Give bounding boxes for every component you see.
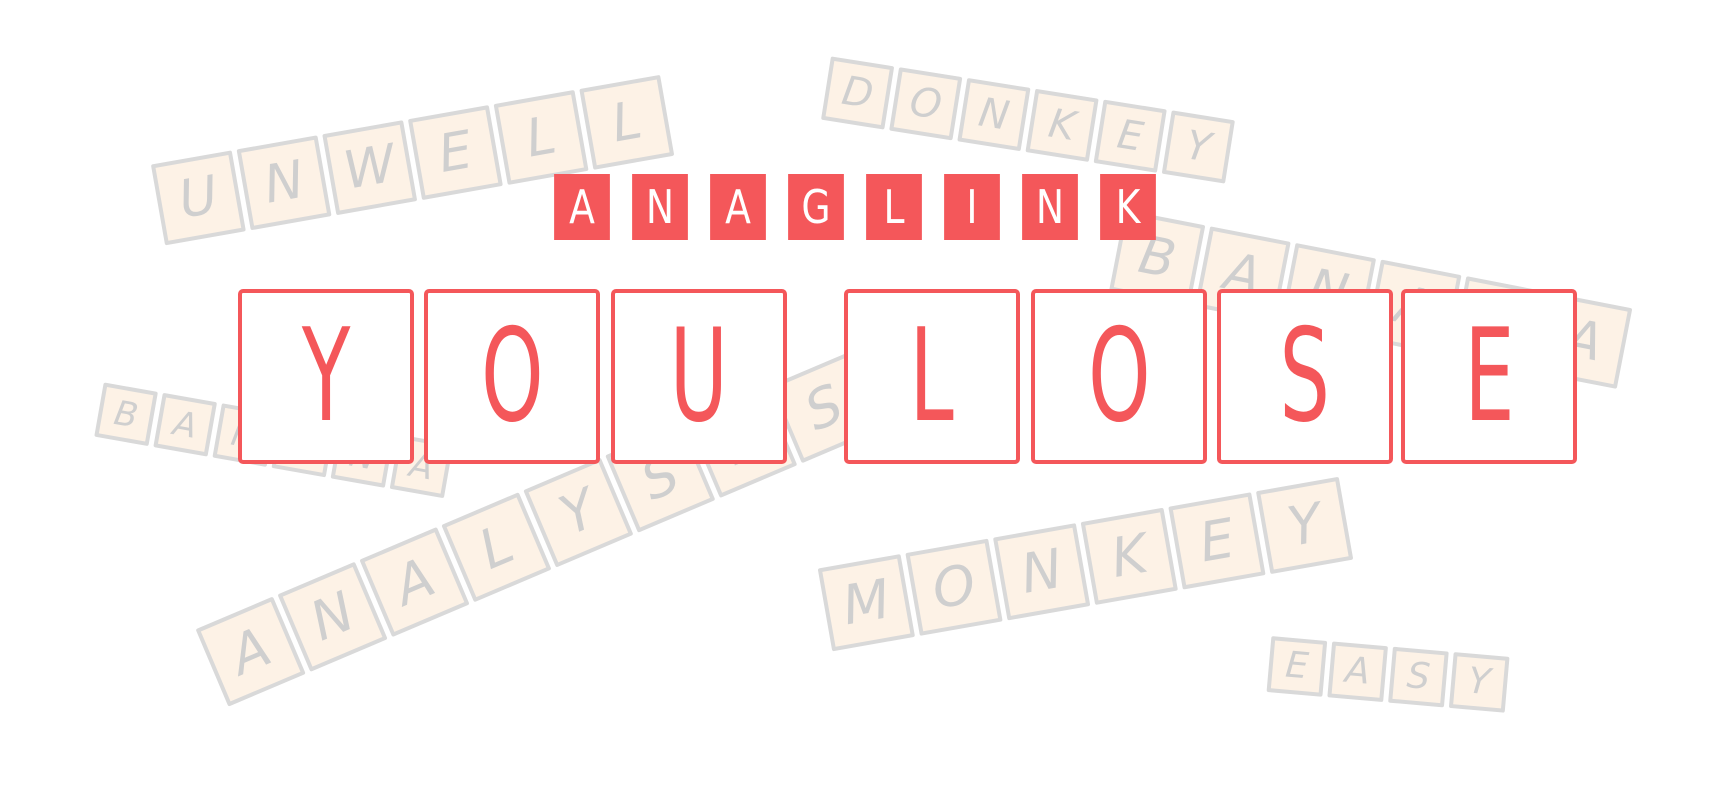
background-letter-tile: K	[1080, 507, 1178, 605]
background-letter: O	[906, 78, 945, 129]
background-letter-tile: E	[407, 105, 503, 201]
background-letter: N	[1016, 536, 1067, 606]
background-letter-tile: S	[1388, 646, 1449, 708]
background-letter-tile: O	[905, 538, 1003, 636]
background-letter-tile: O	[889, 67, 963, 141]
background-letter-tile: K	[1025, 88, 1099, 162]
background-letter: K	[1045, 100, 1079, 151]
result-letter: L	[909, 301, 955, 451]
background-letter-tile: L	[493, 89, 589, 185]
title-letter: A	[725, 180, 751, 234]
background-letter: Y	[1466, 660, 1492, 704]
result-letter-tile: Y	[238, 289, 414, 464]
background-word: MONKEY	[817, 476, 1358, 652]
result-letter-tile: O	[1031, 289, 1207, 464]
title-letter: N	[645, 180, 675, 234]
title-letter-tile: K	[1100, 174, 1156, 240]
background-letter: E	[1194, 506, 1240, 575]
background-letter-tile: N	[993, 523, 1091, 621]
background-letter: Y	[1282, 491, 1327, 559]
background-word: EASY	[1266, 636, 1515, 713]
result-letter-tile: O	[424, 289, 600, 464]
background-letter: E	[434, 120, 477, 185]
title-letter-tile: A	[554, 174, 610, 240]
background-letter-tile: N	[957, 77, 1031, 152]
background-letter: L	[470, 511, 523, 582]
background-letter: Y	[550, 476, 606, 548]
title-letter-tile: N	[1022, 174, 1078, 240]
title-letter: A	[569, 180, 595, 234]
title-letter-tile: L	[866, 174, 922, 240]
background-word: DONKEY	[820, 56, 1240, 184]
background-letter-tile: W	[322, 120, 418, 216]
game-title: ANAGLINK	[548, 174, 1162, 240]
background-letter: L	[607, 90, 647, 155]
background-letter: N	[975, 89, 1013, 140]
background-letter-tile: A	[1327, 641, 1388, 703]
background-letter-tile: Y	[1448, 652, 1510, 713]
result-letter: Y	[301, 301, 351, 451]
result-letter: O	[480, 301, 544, 451]
result-letter-tile: L	[844, 289, 1020, 464]
background-letter-tile: Y	[1255, 476, 1354, 575]
background-letter: N	[259, 149, 309, 216]
title-letter-tile: A	[710, 174, 766, 240]
game-stage: UNWELLDONKEYBANANABANANAANALYSESMONKEYEA…	[0, 0, 1731, 812]
title-letter-tile: I	[944, 174, 1000, 240]
background-letter: N	[301, 579, 364, 654]
background-letter-tile: M	[817, 554, 916, 652]
result-letter: O	[1087, 301, 1151, 451]
background-letter: K	[1106, 521, 1153, 590]
background-letter-tile: E	[1266, 636, 1328, 697]
background-letter-tile: E	[1093, 99, 1167, 173]
background-letter-tile: D	[820, 56, 895, 130]
result-letter: U	[669, 301, 729, 451]
title-letter: N	[1035, 180, 1065, 234]
background-letter: A	[1343, 649, 1372, 693]
result-letter: E	[1463, 301, 1515, 451]
title-letter: I	[966, 180, 978, 234]
background-letter-tile: Y	[1161, 110, 1235, 184]
background-letter-tile: L	[579, 74, 675, 170]
background-letter: L	[521, 105, 561, 170]
background-letter: W	[339, 133, 401, 202]
background-letter: E	[1283, 644, 1311, 688]
result-message: YOULOSE	[0, 289, 1731, 464]
result-letter-tile: E	[1401, 289, 1577, 464]
title-letter: K	[1115, 180, 1141, 234]
background-letter: D	[838, 67, 877, 119]
background-letter: O	[927, 552, 981, 622]
title-letter-tile: G	[788, 174, 844, 240]
background-letter: A	[384, 545, 444, 618]
background-letter: Y	[1182, 122, 1215, 172]
background-letter-tile: E	[1168, 492, 1266, 590]
result-letter: S	[1279, 301, 1331, 451]
background-letter-tile: U	[150, 150, 246, 246]
background-letter: M	[837, 567, 895, 638]
background-letter: U	[174, 165, 223, 231]
title-letter: L	[883, 180, 905, 234]
result-letter-tile: U	[611, 289, 787, 464]
background-letter: A	[221, 614, 280, 688]
title-letter: G	[801, 180, 831, 234]
background-letter: E	[1114, 111, 1147, 161]
result-letter-tile: S	[1217, 289, 1393, 464]
title-letter-tile: N	[632, 174, 688, 240]
background-letter: S	[1405, 655, 1432, 698]
background-letter-tile: N	[236, 135, 332, 231]
